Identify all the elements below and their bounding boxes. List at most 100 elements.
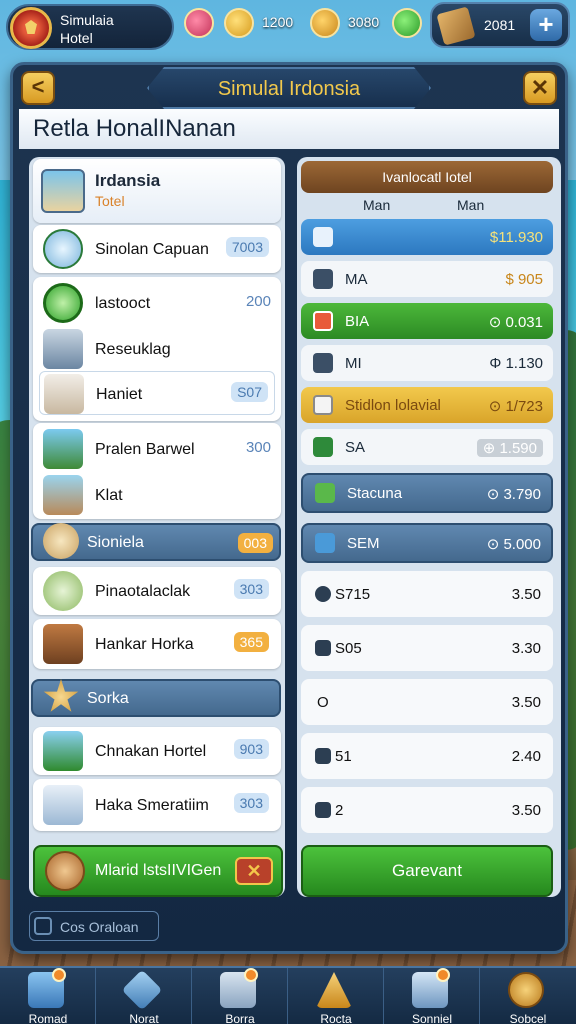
- stat-row[interactable]: MA $ 905: [301, 261, 553, 297]
- palm-tree-icon: [43, 731, 83, 771]
- badge-subtitle: Hotel: [60, 30, 93, 46]
- section-name: Sorka: [87, 690, 129, 707]
- left-column: Irdansia Totel Sinolan Capuan 7003 lasto…: [29, 157, 285, 897]
- gold-coin-icon: [310, 8, 340, 38]
- bullet-icon: [315, 802, 331, 818]
- price-name: 2: [335, 802, 344, 819]
- back-button[interactable]: <: [21, 71, 55, 105]
- list-group: Pralen Barwel 300 Klat: [33, 423, 281, 519]
- stat-row[interactable]: $11.930: [301, 219, 553, 255]
- shell-icon: [43, 523, 79, 559]
- sail-icon: [316, 972, 352, 1008]
- palm-icon: [43, 429, 83, 469]
- cash-note-icon: [313, 437, 333, 457]
- stat-row[interactable]: MI Φ 1.130: [301, 345, 553, 381]
- checkbox-icon[interactable]: [34, 917, 52, 935]
- stat-row[interactable]: SA ⊕ 1.590: [301, 429, 553, 465]
- stat-value: Φ 1.130: [489, 355, 543, 372]
- nav-item-home[interactable]: Romad: [0, 968, 96, 1024]
- left-action-button[interactable]: Mlarid lstsIIVIGen ✕: [33, 845, 283, 897]
- resource-box: 2081 +: [430, 2, 570, 48]
- lounge-icon: [43, 475, 83, 515]
- nav-item-build[interactable]: Norat: [96, 968, 192, 1024]
- close-button[interactable]: ✕: [523, 71, 557, 105]
- right-header: Ivanlocatl Iotel: [301, 161, 553, 193]
- list-item[interactable]: Haniet S07: [39, 371, 275, 415]
- coin-count: 1200: [262, 14, 294, 30]
- person-icon: [313, 311, 333, 331]
- item-name: Klat: [95, 487, 123, 504]
- list-item[interactable]: lastooct 200: [39, 281, 275, 325]
- stat-row[interactable]: Stacuna ⊙ 3.790: [301, 473, 553, 513]
- stat-name: SEM: [347, 535, 380, 552]
- column-header-1: Man: [363, 197, 391, 213]
- hotel-card[interactable]: Irdansia Totel: [33, 159, 281, 223]
- price-name: S715: [335, 586, 371, 603]
- panel-title: Simulal Irdonsia: [147, 67, 431, 109]
- stat-row[interactable]: Stidlon lolavial ⊙ 1/723: [301, 387, 553, 423]
- panel-icon: [313, 353, 333, 373]
- right-column: Ivanlocatl Iotel Man Man $11.930 MA $ 90…: [297, 157, 561, 897]
- item-name: Haniet: [96, 386, 143, 403]
- panel-subtitle: Retla HonalINanan: [19, 109, 559, 149]
- list-item[interactable]: Chnakan Hortel 903: [33, 727, 281, 775]
- badge-title: Simulaia: [60, 12, 114, 28]
- compass-icon: [508, 972, 544, 1008]
- hotel-emblem-icon: [10, 7, 52, 49]
- hotel-card-subtitle: Totel: [95, 193, 125, 209]
- price-row[interactable]: O 3.50: [301, 679, 553, 725]
- list-item[interactable]: Reseuklag: [39, 327, 275, 371]
- nav-item-activities[interactable]: Rocta: [288, 968, 384, 1024]
- item-name: Haka Smeratiim: [95, 797, 209, 814]
- price-row[interactable]: S715 3.50: [301, 571, 553, 617]
- nav-item-tasks[interactable]: Sonniel: [384, 968, 480, 1024]
- cash-icon: [392, 8, 422, 38]
- list-item[interactable]: Sinolan Capuan 7003: [33, 225, 281, 273]
- price-name: S05: [335, 640, 362, 657]
- section-name: Sioniela: [87, 534, 144, 551]
- item-value: 303: [233, 793, 269, 813]
- stat-row[interactable]: BIA ⊙ 0.031: [301, 303, 553, 339]
- list-item[interactable]: Haka Smeratiim 303: [33, 779, 281, 831]
- price-row[interactable]: 2 3.50: [301, 787, 553, 833]
- item-value: S07: [231, 382, 268, 402]
- door-icon: [313, 227, 333, 247]
- bed-icon: [44, 374, 84, 414]
- stat-name: SA: [345, 439, 366, 456]
- hotel-badge[interactable]: Simulaia Hotel: [6, 4, 174, 50]
- cancel-button[interactable]: ✕: [235, 857, 273, 885]
- price-row[interactable]: 51 2.40: [301, 733, 553, 779]
- bottom-nav: Romad Norat Borra Rocta Sonniel Sobcel: [0, 966, 576, 1024]
- nav-item-shop[interactable]: Borra: [192, 968, 288, 1024]
- bullet-icon: [315, 748, 331, 764]
- stat-name: Stacuna: [347, 485, 403, 502]
- list-item[interactable]: Pralen Barwel 300: [39, 427, 275, 471]
- stat-name: MI: [345, 355, 362, 372]
- section-header[interactable]: Sorka: [31, 679, 281, 717]
- nav-item-settings[interactable]: Sobcel: [480, 968, 576, 1024]
- notification-dot: [52, 968, 66, 982]
- add-resource-button[interactable]: +: [530, 9, 562, 41]
- confirm-button[interactable]: Garevant: [301, 845, 553, 897]
- list-item[interactable]: Hankar Horka 365: [33, 619, 281, 669]
- gem-icon[interactable]: [184, 8, 214, 38]
- top-hud: Simulaia Hotel 1200 3080 2081 +: [0, 0, 576, 56]
- list-item[interactable]: Pinaotalaclak 303: [33, 567, 281, 615]
- price-value: 3.50: [511, 694, 541, 711]
- notification-dot: [244, 968, 258, 982]
- nav-label: Sonniel: [411, 1012, 453, 1024]
- item-value: 903: [233, 739, 269, 759]
- section-header[interactable]: Sioniela 003: [31, 523, 281, 561]
- stat-row[interactable]: SEM ⊙ 5.000: [301, 523, 553, 563]
- price-row[interactable]: S05 3.30: [301, 625, 553, 671]
- item-name: Sinolan Capuan: [95, 241, 209, 258]
- list-item[interactable]: Klat: [39, 473, 275, 517]
- beach-icon: [41, 169, 85, 213]
- item-value: 200: [245, 293, 271, 310]
- footer-checkbox[interactable]: Cos Oraloan: [29, 911, 159, 941]
- stat-value: ⊙ 5.000: [486, 536, 541, 553]
- price-value: 3.50: [511, 802, 541, 819]
- stat-value: ⊙ 3.790: [486, 486, 541, 503]
- stat-value: $ 905: [505, 271, 543, 288]
- price-value: 3.50: [511, 586, 541, 603]
